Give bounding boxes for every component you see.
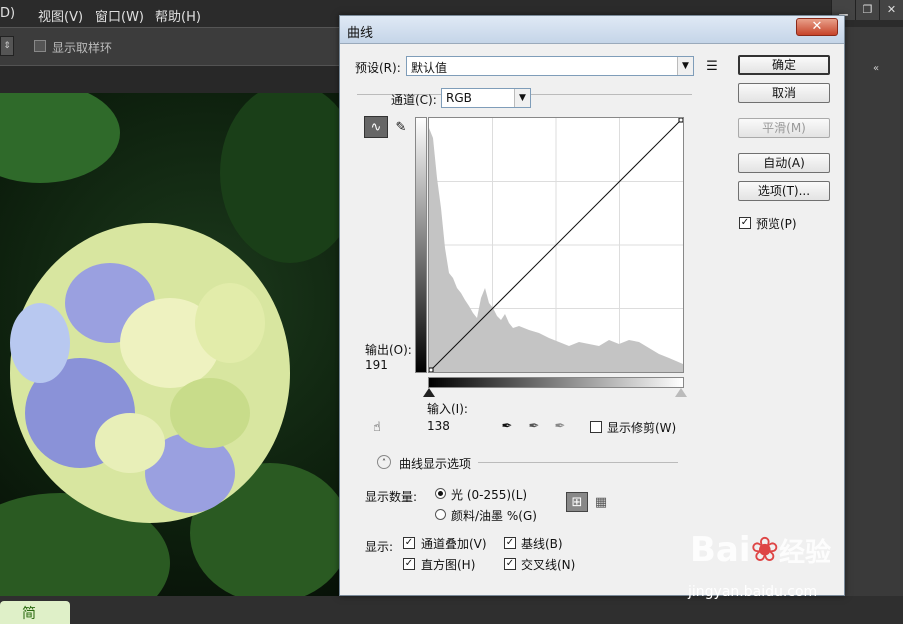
sample-ring-checkbox[interactable]: [34, 40, 46, 52]
expand-options-icon[interactable]: ˄: [377, 455, 391, 469]
watermark-url: jingyan.baidu.com: [688, 584, 818, 600]
chevron-down-icon: ▼: [677, 57, 693, 75]
black-point-slider[interactable]: [423, 388, 435, 397]
bottom-tab[interactable]: 简: [0, 601, 70, 624]
histogram-label: 直方图(H): [421, 558, 476, 572]
white-point-slider[interactable]: [675, 388, 687, 397]
bottom-tab-label: 简: [22, 606, 36, 622]
preset-options-icon[interactable]: ☰: [704, 58, 720, 74]
show-clipping-checkbox[interactable]: [590, 421, 602, 433]
watermark-logo: Bai❀经验: [690, 530, 831, 570]
grid-detailed-icon[interactable]: ▦: [591, 493, 611, 511]
pencil-icon[interactable]: ✎: [392, 117, 410, 137]
output-label: 输出(O):: [365, 343, 412, 357]
channel-label: 通道(C):: [391, 93, 437, 107]
document-canvas: [0, 66, 340, 613]
show-amount-label: 显示数量:: [365, 490, 418, 504]
hydrangea-photo: [0, 93, 340, 613]
input-gradient-bar: [428, 377, 684, 388]
output-value: 191: [365, 358, 388, 372]
menu-item-view[interactable]: 视图(V): [38, 6, 83, 25]
menu-item-d[interactable]: D): [0, 6, 15, 21]
panel-collapse-icon[interactable]: «: [873, 63, 879, 74]
output-gradient-bar: [415, 117, 427, 373]
cancel-button[interactable]: 取消: [738, 83, 830, 103]
options-button[interactable]: 选项(T)...: [738, 181, 830, 201]
black-eyedropper-icon[interactable]: ✒: [498, 417, 516, 435]
tool-dropdown[interactable]: ⇕: [0, 36, 14, 56]
intersection-label: 交叉线(N): [521, 558, 576, 572]
paw-icon: ❀: [750, 530, 780, 570]
preset-label: 预设(R):: [355, 61, 401, 75]
histogram-checkbox[interactable]: ✓: [403, 558, 415, 570]
smooth-button[interactable]: 平滑(M): [738, 118, 830, 138]
menu-item-window[interactable]: 窗口(W): [95, 6, 144, 25]
pigment-radio-label: 颜料/油墨 %(G): [451, 509, 537, 523]
input-value: 138: [427, 419, 450, 433]
menu-item-help[interactable]: 帮助(H): [155, 6, 201, 25]
preview-label: 预览(P): [756, 217, 797, 231]
channel-overlay-checkbox[interactable]: ✓: [403, 537, 415, 549]
light-radio-label: 光 (0-255)(L): [451, 488, 528, 502]
channel-overlay-label: 通道叠加(V): [421, 537, 487, 551]
watermark-brand: Bai: [690, 530, 751, 570]
restore-icon[interactable]: ❐: [855, 0, 879, 20]
watermark-brand2: 经验: [779, 538, 832, 568]
show-clipping-label: 显示修剪(W): [607, 421, 677, 435]
curve-options-label: 曲线显示选项: [399, 457, 472, 471]
chevron-down-icon: ▼: [514, 89, 530, 107]
white-eyedropper-icon[interactable]: ✒: [551, 417, 569, 435]
baseline-label: 基线(B): [521, 537, 563, 551]
pigment-radio[interactable]: [435, 509, 446, 520]
input-label: 输入(I):: [427, 402, 468, 416]
bottom-bar: [0, 596, 903, 624]
sample-ring-label: 显示取样环: [52, 41, 113, 55]
close-window-icon[interactable]: ✕: [879, 0, 903, 20]
baseline-checkbox[interactable]: ✓: [504, 537, 516, 549]
dialog-titlebar[interactable]: 曲线 ✕: [340, 16, 844, 44]
curve-options-divider: [478, 462, 678, 463]
auto-button[interactable]: 自动(A): [738, 153, 830, 173]
channel-select[interactable]: RGB ▼: [441, 88, 531, 108]
grid-simple-icon[interactable]: ⊞: [566, 492, 588, 512]
intersection-checkbox[interactable]: ✓: [504, 558, 516, 570]
gray-eyedropper-icon[interactable]: ✒: [525, 417, 543, 435]
show-label: 显示:: [365, 540, 394, 554]
hand-adjust-icon[interactable]: ☝: [366, 418, 388, 436]
preview-checkbox[interactable]: ✓: [739, 217, 751, 229]
dialog-close-button[interactable]: ✕: [796, 18, 838, 36]
channel-value: RGB: [446, 91, 472, 105]
ok-button[interactable]: 确定: [738, 55, 830, 75]
dialog-title: 曲线: [347, 26, 374, 41]
light-radio[interactable]: [435, 488, 446, 499]
curve-point-tool-icon[interactable]: ∿: [364, 116, 388, 138]
right-panel: «: [845, 27, 903, 624]
preset-select[interactable]: 默认值 ▼: [406, 56, 694, 76]
curve-graph[interactable]: [428, 117, 684, 373]
preset-value: 默认值: [411, 61, 448, 75]
curves-dialog: 曲线 ✕ 预设(R): 默认值 ▼ ☰ 通道(C): RGB ▼ ∿ ✎ 输出(…: [339, 15, 845, 596]
